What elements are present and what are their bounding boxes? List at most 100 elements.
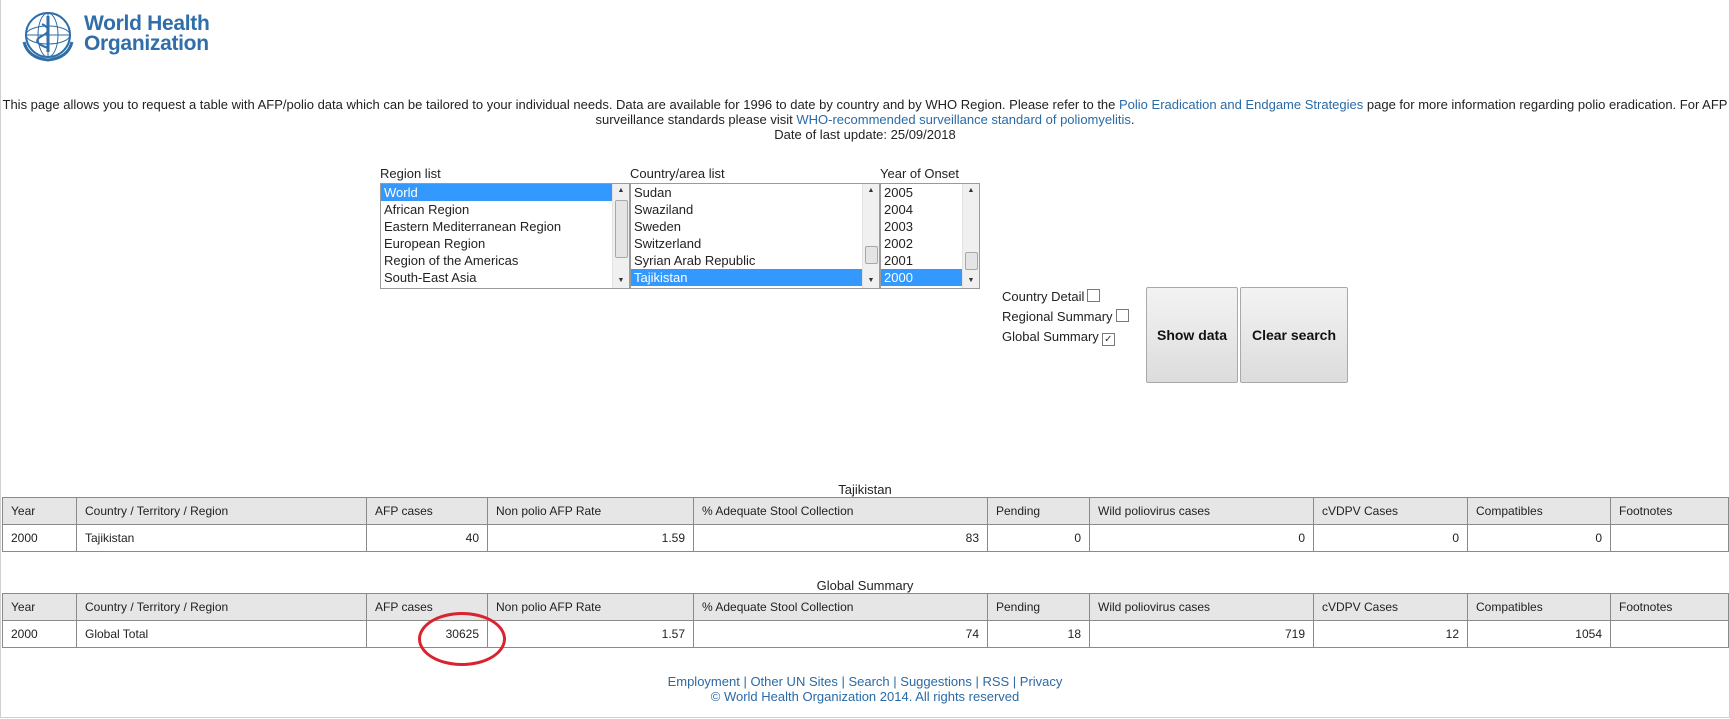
column-header: cVDPV Cases [1313, 593, 1468, 621]
country-option[interactable]: Swaziland [631, 201, 879, 218]
who-logo[interactable]: World Health Organization [18, 8, 210, 64]
table-cell: 0 [1467, 524, 1611, 552]
region-listbox[interactable]: World African Region Eastern Mediterranean… [380, 183, 630, 289]
scroll-thumb[interactable] [615, 200, 628, 258]
table-cell [1610, 524, 1729, 552]
region-option[interactable]: African Region [381, 201, 629, 218]
column-header: Country / Territory / Region [76, 593, 367, 621]
country-list-label: Country/area list [630, 166, 725, 181]
column-header: Year [2, 593, 77, 621]
country-table-title: Tajikistan [838, 482, 892, 497]
region-list-label: Region list [380, 166, 441, 181]
region-option[interactable]: World [381, 184, 629, 201]
table-cell [1610, 620, 1729, 648]
table-cell: Global Total [76, 620, 367, 648]
country-option[interactable]: Sudan [631, 184, 879, 201]
region-option[interactable]: South-East Asia [381, 269, 629, 286]
table-cell: 1.57 [487, 620, 694, 648]
footer-link-rss[interactable]: RSS [982, 674, 1009, 689]
surveillance-standard-link[interactable]: WHO-recommended surveillance standard of… [796, 112, 1131, 127]
red-circle-annotation [418, 612, 506, 666]
column-header: % Adequate Stool Collection [693, 497, 988, 525]
regional-summary-option: Regional Summary [1002, 309, 1129, 324]
scroll-down-icon[interactable]: ▼ [963, 274, 979, 288]
column-header: Compatibles [1467, 497, 1611, 525]
table-cell: 2000 [2, 620, 77, 648]
footer-links: Employment | Other UN Sites | Search | S… [667, 674, 1063, 689]
table-cell: 12 [1313, 620, 1468, 648]
column-header: Footnotes [1610, 497, 1729, 525]
polio-strategies-link[interactable]: Polio Eradication and Endgame Strategies [1119, 97, 1363, 112]
copyright: © World Health Organization 2014. All ri… [710, 689, 1020, 704]
logo-wordmark: World Health Organization [84, 12, 210, 55]
scroll-thumb[interactable] [865, 246, 878, 264]
year-list-label: Year of Onset [880, 166, 960, 181]
column-header: Wild poliovirus cases [1089, 497, 1314, 525]
footer-link-search[interactable]: Search [848, 674, 889, 689]
table-cell: 74 [693, 620, 988, 648]
column-header: cVDPV Cases [1313, 497, 1468, 525]
country-listbox[interactable]: Sudan Swaziland Sweden Switzerland Syrian Ar… [630, 183, 880, 289]
table-header-row: Year Country / Territory / Region AFP case… [2, 593, 1729, 621]
scroll-down-icon[interactable]: ▼ [863, 274, 879, 288]
table-cell: 2000 [2, 524, 77, 552]
table-cell: Tajikistan [76, 524, 367, 552]
column-header: Wild poliovirus cases [1089, 593, 1314, 621]
regional-summary-checkbox[interactable] [1115, 309, 1129, 322]
who-emblem-icon [22, 12, 74, 62]
column-header: Pending [987, 497, 1090, 525]
global-summary-option: Global Summary ✓ [1002, 329, 1115, 346]
country-table: Year Country / Territory / Region AFP case… [2, 497, 1729, 552]
region-option[interactable]: Region of the Americas [381, 252, 629, 269]
scroll-up-icon[interactable]: ▲ [963, 184, 979, 198]
table-cell: 719 [1089, 620, 1314, 648]
global-summary-table: Year Country / Territory / Region AFP case… [2, 593, 1729, 648]
table-row: 2000 Tajikistan 40 1.59 83 0 0 0 0 [2, 524, 1729, 552]
year-scrollbar[interactable]: ▲ ▼ [962, 184, 979, 288]
column-header: Footnotes [1610, 593, 1729, 621]
scroll-thumb[interactable] [965, 252, 978, 270]
scroll-up-icon[interactable]: ▲ [613, 184, 629, 198]
table-cell: 40 [366, 524, 488, 552]
column-header: Pending [987, 593, 1090, 621]
region-scrollbar[interactable]: ▲ ▼ [612, 184, 629, 288]
column-header: Country / Territory / Region [76, 497, 367, 525]
intro-text: This page allows you to request a table … [2, 97, 1728, 142]
column-header: Year [2, 497, 77, 525]
table-cell: 83 [693, 524, 988, 552]
country-option[interactable]: Sweden [631, 218, 879, 235]
year-listbox[interactable]: 2005 2004 2003 2002 2001 2000 ▲ ▼ [880, 183, 980, 289]
table-row: 2000 Global Total 30625 1.57 74 18 719 12 1054 [2, 620, 1729, 648]
country-detail-checkbox[interactable] [1087, 289, 1101, 302]
table-header-row: Year Country / Territory / Region AFP case… [2, 497, 1729, 525]
column-header: % Adequate Stool Collection [693, 593, 988, 621]
column-header: Compatibles [1467, 593, 1611, 621]
table-cell: 0 [1089, 524, 1314, 552]
country-option[interactable]: Syrian Arab Republic [631, 252, 879, 269]
clear-search-button[interactable]: Clear search [1240, 287, 1348, 383]
global-table-title: Global Summary [816, 578, 914, 593]
table-cell: 1054 [1467, 620, 1611, 648]
show-data-button[interactable]: Show data [1146, 287, 1238, 383]
country-option[interactable]: Tajikistan [631, 269, 879, 286]
column-header: Non polio AFP Rate [487, 497, 694, 525]
footer-link-employment[interactable]: Employment [668, 674, 740, 689]
column-header: Non polio AFP Rate [487, 593, 694, 621]
table-cell: 18 [987, 620, 1090, 648]
region-option[interactable]: European Region [381, 235, 629, 252]
country-scrollbar[interactable]: ▲ ▼ [862, 184, 879, 288]
country-detail-option: Country Detail [1002, 289, 1101, 304]
footer-link-other-un-sites[interactable]: Other UN Sites [750, 674, 837, 689]
region-option[interactable]: Eastern Mediterranean Region [381, 218, 629, 235]
table-cell: 0 [1313, 524, 1468, 552]
column-header: AFP cases [366, 497, 488, 525]
scroll-down-icon[interactable]: ▼ [613, 274, 629, 288]
footer: Employment | Other UN Sites | Search | S… [0, 674, 1730, 704]
global-summary-checkbox[interactable]: ✓ [1101, 333, 1115, 346]
footer-link-suggestions[interactable]: Suggestions [900, 674, 972, 689]
country-option[interactable]: Switzerland [631, 235, 879, 252]
scroll-up-icon[interactable]: ▲ [863, 184, 879, 198]
last-update: Date of last update: 25/09/2018 [774, 127, 956, 142]
table-cell: 0 [987, 524, 1090, 552]
footer-link-privacy[interactable]: Privacy [1020, 674, 1063, 689]
